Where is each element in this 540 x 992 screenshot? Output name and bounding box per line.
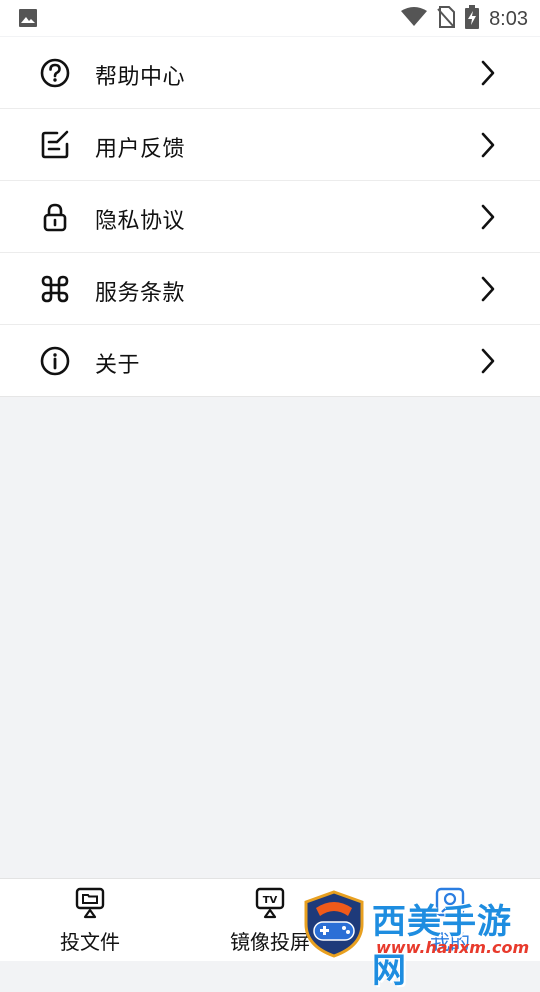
image-icon (18, 8, 38, 32)
cast-file-icon (74, 887, 106, 919)
tab-cast-file[interactable]: 投文件 (0, 879, 180, 961)
menu-item-help-center[interactable]: 帮助中心 (0, 37, 540, 109)
status-time: 8:03 (489, 7, 528, 30)
svg-text:TV: TV (263, 895, 278, 906)
info-circle-icon (40, 346, 70, 376)
help-circle-icon (40, 58, 70, 88)
menu-item-user-feedback[interactable]: 用户反馈 (0, 109, 540, 181)
tv-cast-icon: TV (254, 887, 286, 919)
chevron-right-icon (480, 275, 496, 303)
gamepad-shield-logo (302, 890, 366, 958)
menu-item-privacy-policy[interactable]: 隐私协议 (0, 181, 540, 253)
chevron-right-icon (480, 131, 496, 159)
menu-item-about[interactable]: 关于 (0, 325, 540, 397)
chevron-right-icon (480, 59, 496, 87)
watermark-url: www.hanxm.com (376, 938, 530, 957)
status-bar: 8:03 (0, 0, 540, 36)
menu-item-label: 帮助中心 (95, 65, 186, 90)
menu-item-label: 服务条款 (95, 281, 186, 306)
chevron-right-icon (480, 347, 496, 375)
menu-item-label: 用户反馈 (95, 137, 186, 162)
feedback-edit-icon (40, 130, 70, 160)
menu-item-label: 隐私协议 (95, 209, 186, 234)
command-icon (40, 274, 70, 304)
battery-charging-icon (465, 5, 480, 33)
settings-menu: 帮助中心 用户反馈 隐私协议 服务条款 关于 (0, 37, 540, 397)
wifi-icon (401, 7, 428, 31)
no-sim-icon (437, 6, 456, 32)
menu-item-label: 关于 (95, 353, 141, 378)
menu-item-terms-of-service[interactable]: 服务条款 (0, 253, 540, 325)
lock-icon (40, 202, 70, 232)
watermark: 西美手游网 www.hanxm.com (300, 888, 540, 991)
tab-label: 投文件 (60, 930, 120, 954)
chevron-right-icon (480, 203, 496, 231)
